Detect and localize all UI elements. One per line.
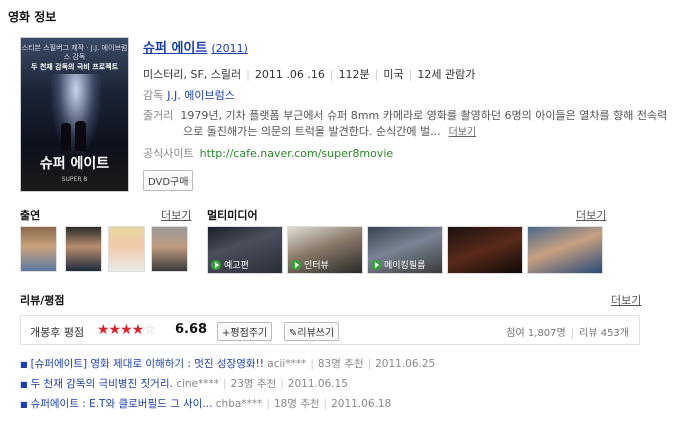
movie-info: 슈퍼 에이트 (2011) 미스터리, SF, 스릴러 | 2011 .06 .16 |…: [143, 37, 688, 191]
poster-figure: [61, 123, 71, 151]
cast-photo[interactable]: [151, 226, 188, 272]
movie-year-link[interactable]: (2011): [211, 42, 248, 55]
poster-tagline: 두 천재 감독의 극비 프로젝트: [30, 63, 119, 71]
review-recommend: 23명 추천: [230, 378, 277, 390]
bullet-icon: ■: [20, 400, 28, 409]
review-author: chba****: [215, 398, 263, 410]
multimedia-more-link[interactable]: 더보기: [576, 207, 606, 223]
multimedia-thumbnail[interactable]: [527, 226, 603, 274]
review-stats: 참여 1,807명 | 리뷰 453개: [506, 328, 629, 339]
review-title-link[interactable]: 두 천재 감독의 극비병진 짓거리.: [31, 378, 173, 390]
release-date: 2011 .06 .16: [254, 68, 325, 81]
official-site-link[interactable]: http://cafe.naver.com/super8movie: [200, 147, 394, 160]
empty-star-icon: ☆: [143, 322, 156, 338]
review-count: 리뷰 453개: [579, 328, 629, 339]
multimedia-label: 인터뷰: [304, 261, 329, 271]
review-author: cine****: [176, 378, 219, 390]
multimedia-thumbnail[interactable]: 메이킹필름: [367, 226, 443, 274]
score-label: 개봉후 평점: [30, 326, 85, 339]
poster-subtitle: SUPER 8: [61, 176, 88, 183]
participants-count: 참여 1,807명: [506, 328, 566, 339]
review-date: 2011.06.15: [287, 378, 348, 390]
summary: 줄거리 1979년, 기차 플랫폼 부근에서 슈퍼 8mm 카메라로 영화를 촬…: [143, 108, 688, 141]
review-item: ■ [슈퍼에이트] 영화 제대로 이해하기 : 멋진 성장영화!! acii***…: [20, 358, 436, 370]
poster-credit-text: 스티븐 스필버그 제작 · J.J. 에이브럼스 감독: [21, 44, 128, 61]
review-title-link[interactable]: 슈퍼에이트 : E.T와 클로버필드 그 사이...: [31, 398, 213, 410]
movie-poster[interactable]: 스티븐 스필버그 제작 · J.J. 에이브럼스 감독 두 천재 감독의 극비 …: [20, 37, 129, 192]
site-label: 공식사이트: [143, 147, 194, 160]
director-row: 감독 J.J. 에이브럼스: [143, 87, 688, 103]
rate-button[interactable]: +평점주기: [217, 322, 273, 341]
country: 미국: [383, 68, 404, 81]
review-date: 2011.06.18: [331, 398, 392, 410]
cast-photo[interactable]: [108, 226, 145, 272]
cast-photo[interactable]: [65, 226, 102, 272]
reviews-more-link[interactable]: 더보기: [611, 292, 641, 308]
age-rating: 12세 관람가: [417, 68, 476, 81]
director-label: 감독: [143, 89, 164, 102]
cast-more-link[interactable]: 더보기: [161, 207, 191, 223]
summary-text-1: 1979년, 기차 플랫폼 부근에서 슈퍼 8mm 카메라로 영화를 촬영하던 …: [180, 109, 668, 122]
review-author: acii****: [267, 358, 307, 370]
multimedia-thumbnail[interactable]: [447, 226, 523, 274]
section-title: 영화 정보: [8, 10, 57, 24]
play-icon: [291, 259, 301, 270]
poster-figure: [75, 121, 86, 151]
director-link[interactable]: J.J. 에이브럼스: [167, 89, 235, 102]
review-date: 2011.06.25: [375, 358, 436, 370]
summary-more-link[interactable]: 더보기: [449, 127, 477, 138]
review-item: ■ 두 천재 감독의 극비병진 짓거리. cine**** | 23명 추천 | 2011…: [20, 378, 348, 390]
play-icon: [371, 259, 381, 270]
bullet-icon: ■: [20, 360, 28, 369]
cast-heading: 출연: [20, 209, 41, 222]
review-title-link[interactable]: [슈퍼에이트] 영화 제대로 이해하기 : 멋진 성장영화!!: [31, 358, 264, 370]
reviews-heading: 리뷰/평점: [20, 294, 65, 307]
review-list: ■ [슈퍼에이트] 영화 제대로 이해하기 : 멋진 성장영화!! acii***…: [20, 356, 660, 416]
star-icon: ★★★: [97, 322, 133, 338]
multimedia-thumbnail[interactable]: 인터뷰: [287, 226, 363, 274]
review-item: ■ 슈퍼에이트 : E.T와 클로버필드 그 사이... chba**** | 18명…: [20, 398, 392, 410]
half-star-icon: ★: [131, 322, 145, 338]
movie-meta: 미스터리, SF, 스릴러 | 2011 .06 .16 | 112분 | 미국 | 12세 관…: [143, 68, 476, 81]
cast-photo[interactable]: [20, 226, 57, 272]
poster-title: 슈퍼 에이트: [39, 156, 110, 172]
write-review-button[interactable]: ✎리뷰쓰기: [284, 322, 340, 341]
rating-box: 개봉후 평점 ★★★★☆ 6.68 +평점주기 ✎리뷰쓰기 참여 1,807명 |…: [20, 315, 640, 345]
movie-title-link[interactable]: 슈퍼 에이트: [143, 41, 207, 56]
runtime: 112분: [338, 68, 370, 81]
multimedia-label: 메이킹필름: [384, 261, 426, 271]
review-recommend: 18명 추천: [273, 398, 320, 410]
bullet-icon: ■: [20, 380, 28, 389]
genre: 미스터리, SF, 스릴러: [143, 68, 242, 81]
multimedia-label: 예고편: [224, 261, 249, 271]
dvd-buy-button[interactable]: DVD구매: [143, 170, 194, 191]
play-icon: [211, 259, 221, 270]
score-value: 6.68: [175, 322, 208, 337]
multimedia-thumbnail[interactable]: 예고편: [207, 226, 283, 274]
star-rating: ★★★★☆: [97, 322, 156, 338]
review-recommend: 83명 추천: [317, 358, 364, 370]
official-site-row: 공식사이트 http://cafe.naver.com/super8movie: [143, 145, 688, 161]
summary-label: 줄거리: [143, 109, 174, 122]
multimedia-heading: 멀티미디어: [207, 209, 258, 222]
summary-text-2: 으로 돌진해가는 의문의 트럭을 발견한다. 순식간에 벌...: [183, 125, 441, 138]
